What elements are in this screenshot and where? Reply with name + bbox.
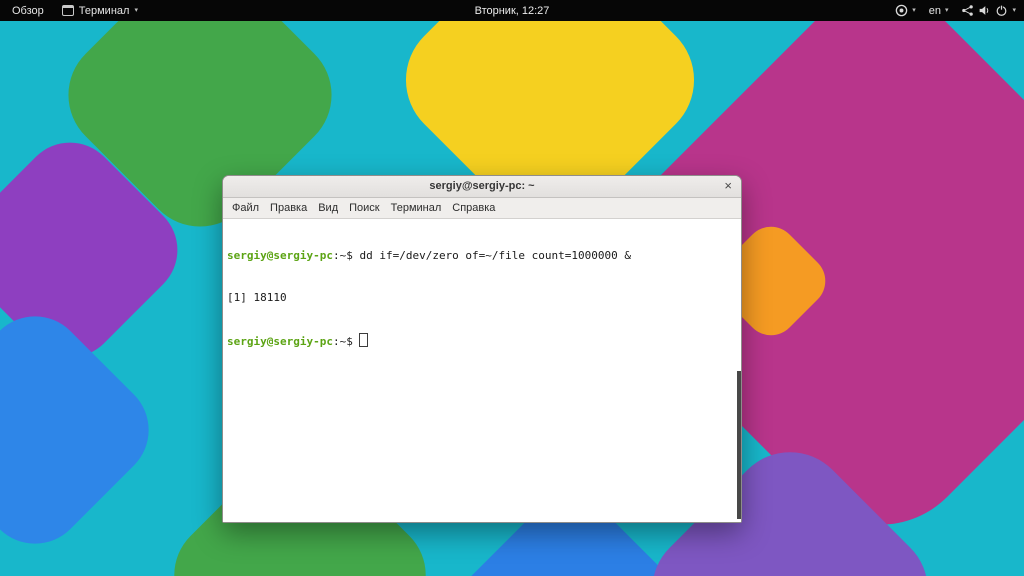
menu-terminal[interactable]: Терминал: [391, 202, 442, 214]
chevron-down-icon: ▾: [1012, 7, 1016, 14]
chevron-down-icon: ▾: [134, 7, 138, 14]
terminal-cursor: [359, 333, 368, 347]
prompt-user: sergiy@sergiy-pc: [227, 335, 333, 348]
top-bar: Обзор Терминал ▾ Вторник, 12:27 ▾ en ▾: [0, 0, 1024, 21]
terminal-scrollbar[interactable]: [737, 219, 741, 522]
menu-search[interactable]: Поиск: [349, 202, 379, 214]
top-bar-right: ▾ en ▾: [895, 4, 1024, 17]
app-menu-label: Терминал: [79, 5, 130, 17]
prompt-suffix: :~$: [333, 249, 360, 262]
chevron-down-icon: ▾: [945, 7, 949, 14]
desktop: Обзор Терминал ▾ Вторник, 12:27 ▾ en ▾: [0, 0, 1024, 576]
menu-file[interactable]: Файл: [232, 202, 259, 214]
terminal-app-icon: [62, 5, 74, 16]
status-menu-button[interactable]: ▾: [895, 4, 916, 17]
system-menu-button[interactable]: ▾: [961, 4, 1016, 17]
command-text: dd if=/dev/zero of=~/file count=1000000 …: [359, 249, 631, 262]
window-title: sergiy@sergiy-pc: ~: [429, 180, 534, 192]
power-icon: [995, 4, 1008, 17]
terminal-window: sergiy@sergiy-pc: ~ × Файл Правка Вид По…: [222, 175, 742, 523]
menu-view[interactable]: Вид: [318, 202, 338, 214]
terminal-line-prompt: sergiy@sergiy-pc:~$: [227, 333, 737, 349]
prompt-user: sergiy@sergiy-pc: [227, 249, 333, 262]
terminal-line-output: [1] 18110: [227, 291, 737, 305]
clock-button[interactable]: Вторник, 12:27: [475, 5, 550, 17]
window-menubar: Файл Правка Вид Поиск Терминал Справка: [223, 198, 741, 219]
volume-icon: [978, 4, 991, 17]
scrollbar-thumb[interactable]: [737, 371, 741, 519]
chevron-down-icon: ▾: [912, 7, 916, 14]
menu-help[interactable]: Справка: [452, 202, 495, 214]
network-share-icon: [961, 4, 974, 17]
menu-edit[interactable]: Правка: [270, 202, 307, 214]
close-button[interactable]: ×: [724, 176, 732, 196]
status-circle-icon: [895, 4, 908, 17]
activities-button[interactable]: Обзор: [10, 5, 46, 17]
app-menu-button[interactable]: Терминал ▾: [62, 5, 138, 17]
keyboard-layout-button[interactable]: en ▾: [929, 5, 949, 17]
terminal-content[interactable]: sergiy@sergiy-pc:~$ dd if=/dev/zero of=~…: [223, 219, 741, 522]
terminal-line-command: sergiy@sergiy-pc:~$ dd if=/dev/zero of=~…: [227, 249, 737, 263]
keyboard-layout-label: en: [929, 5, 941, 17]
window-titlebar[interactable]: sergiy@sergiy-pc: ~ ×: [223, 176, 741, 198]
prompt-suffix: :~$: [333, 335, 360, 348]
